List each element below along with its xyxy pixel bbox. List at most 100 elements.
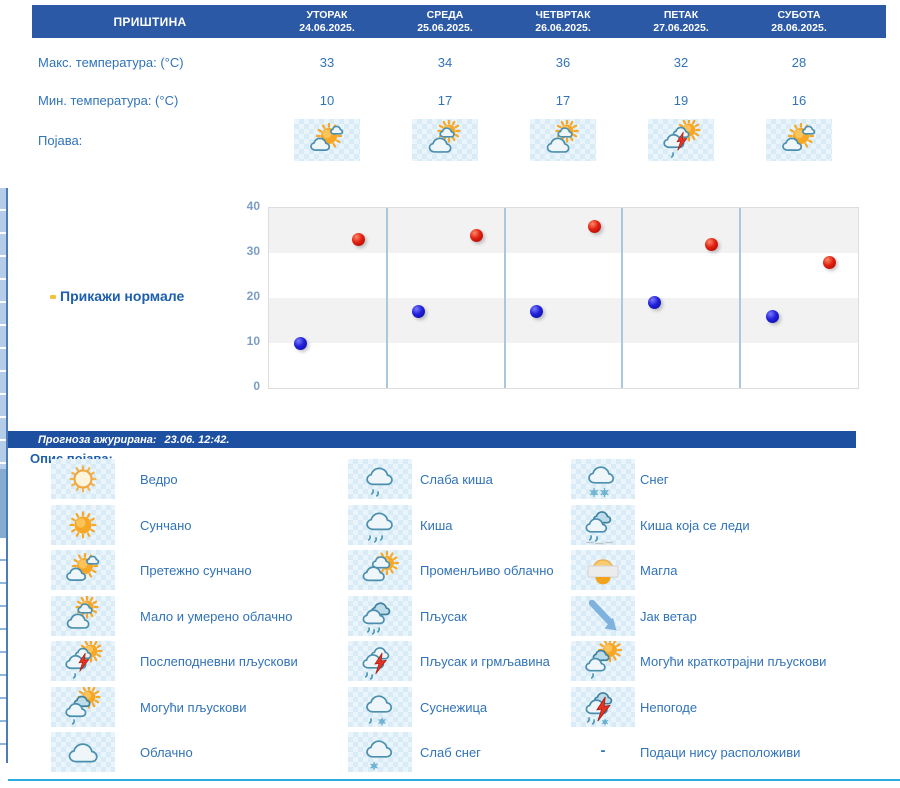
- rain-icon: [366, 512, 393, 543]
- min-temperature-value: 17: [555, 93, 571, 108]
- y-axis-tick-label: 40: [246, 199, 260, 213]
- day-date: 24.06.2025.: [299, 21, 355, 34]
- legend-item-label: Послеподневни пљускови: [140, 654, 298, 669]
- max-temperature-value: 34: [437, 55, 453, 70]
- legend-icon-sunny: [51, 504, 115, 545]
- forecast-phenomenon-icon: [412, 119, 478, 161]
- variable-cloudy-icon: [362, 550, 400, 582]
- cutoff-left-menu-edge-lower: [0, 538, 8, 763]
- legend-icon-partly-cloudy: [51, 595, 115, 636]
- legend-icon-snow: [571, 459, 635, 499]
- forecast-phenomenon-icon: [648, 119, 714, 161]
- legend-item-label: Киша која се леди: [640, 517, 750, 533]
- legend-icon-storms: [571, 686, 635, 727]
- legend-icon-cloudy: [51, 732, 115, 772]
- legend-icon-shower-thunder: [348, 641, 412, 681]
- show-normals-link[interactable]: Прикажи нормале: [60, 288, 184, 304]
- chart-dot-max_temp: [352, 233, 366, 246]
- snow-icon: [588, 466, 615, 497]
- day-header: ЧЕТВРТАК 26.06.2025.: [504, 5, 622, 38]
- min-temperature-value: 16: [791, 93, 807, 108]
- day-name: ЧЕТВРТАК: [535, 8, 591, 21]
- legend-item-label: Ведро: [140, 472, 178, 487]
- y-axis-tick-label: 0: [253, 379, 260, 393]
- legend-item-label: Непогоде: [640, 699, 698, 715]
- freezing-rain-icon: [585, 510, 613, 544]
- day-name: СУБОТА: [777, 8, 821, 21]
- updated-timestamp: 23.06. 12:42.: [164, 433, 230, 446]
- legend-item-label: Слаб снег: [420, 745, 481, 760]
- day-header: ПЕТАК 27.06.2025.: [622, 5, 740, 38]
- day-header: СУБОТА 28.06.2025.: [740, 5, 858, 38]
- updated-label: Прогноза ажурирана:: [38, 433, 157, 446]
- afternoon-showers-icon: [65, 641, 103, 679]
- station-name: ПРИШТИНА: [113, 14, 187, 29]
- day-divider-line: [739, 208, 742, 388]
- legend-item-label: Облачно: [140, 745, 193, 760]
- partly-cloudy-icon: [546, 120, 579, 153]
- legend-item-label: Магла: [640, 563, 678, 578]
- legend-icon-clear: [51, 459, 115, 499]
- legend-icon-possible-showers: [51, 686, 115, 727]
- day-date: 26.06.2025.: [535, 21, 591, 34]
- legend-icon-rain: [348, 504, 412, 545]
- cutoff-left-menu-edge-upper: [0, 188, 8, 469]
- chart-dot-min_temp: [294, 336, 308, 350]
- sunny-icon: [69, 510, 97, 539]
- day-header: УТОРАК 24.06.2025.: [268, 5, 386, 38]
- legend-item-label: Киша: [420, 517, 453, 533]
- shower-icon: [362, 601, 391, 635]
- legend-icon-afternoon-showers: [51, 641, 115, 681]
- strong-wind-icon: [588, 599, 617, 630]
- forecast-updated-bar: Прогноза ажурирана: 23.06. 12:42.: [8, 431, 856, 448]
- mostly-sunny-icon: [66, 552, 100, 581]
- no-data-dash: -: [600, 742, 606, 759]
- legend-icon-fog: [571, 550, 635, 590]
- legend-item-label: Слаба киша: [420, 472, 493, 487]
- show-normals-bullet-icon: [50, 295, 56, 299]
- legend-item-label: Претежно сунчано: [140, 563, 252, 578]
- legend-icon-possible-brief-showers: [571, 641, 635, 681]
- sleet-icon: [366, 694, 393, 725]
- day-name: УТОРАК: [306, 8, 348, 21]
- legend-item-label: Снег: [640, 472, 669, 487]
- possible-brief-showers-icon: [585, 641, 623, 679]
- y-axis-tick-label: 20: [246, 289, 260, 303]
- max-temperature-value: 32: [673, 55, 689, 70]
- min-temperature-value: 19: [673, 93, 689, 108]
- day-date: 25.06.2025.: [417, 21, 473, 34]
- partly-cloudy-icon: [66, 595, 99, 629]
- day-date: 28.06.2025.: [771, 21, 827, 34]
- legend-icon-shower: [348, 595, 412, 636]
- chart-dot-min_temp: [647, 296, 661, 309]
- day-header: СРЕДА 25.06.2025.: [386, 5, 504, 38]
- chart-dot-min_temp: [529, 305, 543, 318]
- chart-dot-max_temp: [705, 237, 719, 251]
- phenomena-row-label: Појава:: [38, 133, 83, 148]
- day-divider-line: [621, 208, 624, 388]
- day-date: 27.06.2025.: [653, 21, 709, 34]
- partly-cloudy-icon: [428, 120, 461, 153]
- legend-item-label: Подаци нису расположиви: [640, 745, 801, 760]
- chart-dot-min_temp: [412, 305, 426, 318]
- chart-dot-max_temp: [823, 255, 837, 269]
- min-temperature-value: 17: [437, 93, 453, 108]
- legend-icon-variable-cloudy: [348, 550, 412, 590]
- legend-icon-light-snow: [348, 732, 412, 772]
- legend-icon-freezing-rain: [571, 504, 635, 545]
- forecast-phenomenon-icon: [766, 119, 832, 161]
- forecast-phenomenon-icon: [294, 119, 360, 161]
- legend-icon-sleet: [348, 686, 412, 727]
- light-snow-icon: [366, 740, 393, 771]
- day-name: СРЕДА: [426, 8, 464, 21]
- temperature-chart-plot: [268, 207, 859, 389]
- max-temperature-row-label: Макс. температура: (°C): [38, 55, 184, 70]
- weather-forecast-page: ПРИШТИНА Макс. температура: (°C) Мин. те…: [0, 0, 900, 788]
- chart-dot-max_temp: [469, 228, 483, 242]
- y-axis-tick-label: 30: [246, 244, 260, 258]
- legend-icon-mostly-sunny: [51, 550, 115, 590]
- forecast-phenomenon-icon: [530, 119, 596, 161]
- bottom-divider-line: [8, 779, 900, 781]
- max-temperature-value: 33: [319, 55, 335, 70]
- afternoon-showers-icon: [663, 120, 701, 158]
